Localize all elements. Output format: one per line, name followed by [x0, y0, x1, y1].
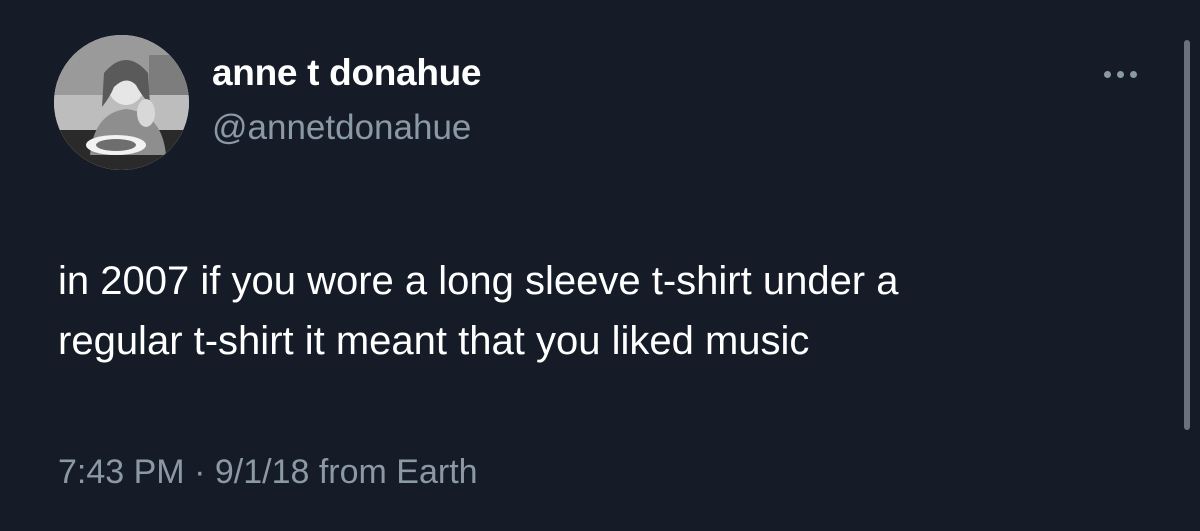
more-options-button[interactable]	[1092, 58, 1148, 90]
tweet-card: anne t donahue @annetdonahue in 2007 if …	[0, 0, 1200, 531]
tweet-text: in 2007 if you wore a long sleeve t-shir…	[58, 251, 1158, 371]
ellipsis-dot	[1116, 70, 1124, 78]
meta-separator: ·	[194, 453, 206, 491]
tweet-text-line: regular t-shirt it meant that you liked …	[58, 319, 810, 363]
avatar[interactable]	[54, 35, 189, 170]
tweet-time[interactable]: 7:43 PM	[58, 453, 185, 491]
tweet-text-line: in 2007 if you wore a long sleeve t-shir…	[58, 259, 899, 303]
tweet-meta: 7:43 PM · 9/1/18 from Earth	[58, 453, 478, 492]
display-name[interactable]: anne t donahue	[212, 52, 482, 94]
scrollbar[interactable]	[1184, 40, 1190, 430]
user-handle[interactable]: @annetdonahue	[212, 108, 471, 148]
tweet-date[interactable]: 9/1/18	[215, 453, 310, 491]
tweet-source: from Earth	[318, 453, 478, 491]
ellipsis-dot	[1103, 70, 1111, 78]
ellipsis-dot	[1129, 70, 1137, 78]
avatar-photo-icon	[54, 35, 189, 170]
